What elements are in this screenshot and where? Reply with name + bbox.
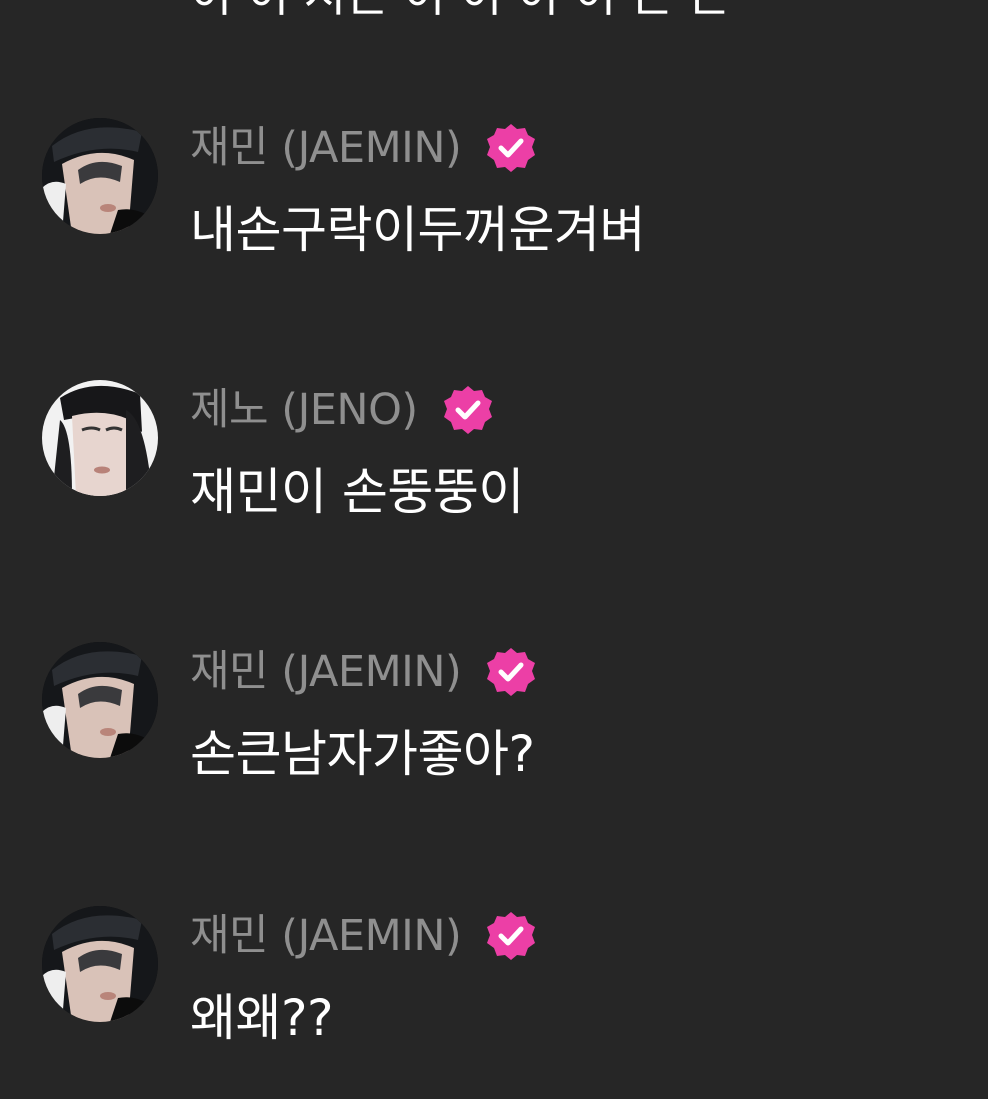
jeno-avatar [42, 380, 158, 496]
author-row: 제노 (JENO) [190, 380, 496, 440]
verified-badge-icon [440, 382, 496, 438]
author-row: 재민 (JAEMIN) [190, 906, 539, 966]
message-text: 내손구락이두꺼운겨벼 [190, 201, 646, 259]
previous-message-cut-text: 이 이 시근 이 이 이 이 근 근 [190, 0, 730, 18]
author-name[interactable]: 제노 (JENO) [190, 380, 418, 440]
author-name[interactable]: 재민 (JAEMIN) [190, 118, 462, 178]
verified-badge-icon [483, 120, 539, 176]
message-text: 손큰남자가좋아? [190, 725, 535, 783]
avatar[interactable] [42, 906, 158, 1022]
jaemin-avatar [42, 642, 158, 758]
chat-log: 이 이 시근 이 이 이 이 근 근 재민 (JAEMIN) 내 [0, 0, 988, 1099]
chat-message: 재민 (JAEMIN) 손큰남자가좋아? [0, 642, 988, 783]
chat-message: 제노 (JENO) 재민이 손뚱뚱이 [0, 380, 988, 521]
jaemin-avatar [42, 118, 158, 234]
author-row: 재민 (JAEMIN) [190, 642, 539, 702]
message-text: 왜왜?? [190, 989, 334, 1047]
avatar[interactable] [42, 380, 158, 496]
author-name[interactable]: 재민 (JAEMIN) [190, 906, 462, 966]
chat-message: 재민 (JAEMIN) 내손구락이두꺼운겨벼 [0, 118, 988, 259]
author-name[interactable]: 재민 (JAEMIN) [190, 642, 462, 702]
author-row: 재민 (JAEMIN) [190, 118, 539, 178]
verified-badge-icon [483, 644, 539, 700]
verified-badge-icon [483, 908, 539, 964]
avatar[interactable] [42, 118, 158, 234]
message-text: 재민이 손뚱뚱이 [190, 463, 524, 521]
jaemin-avatar [42, 906, 158, 1022]
chat-message: 재민 (JAEMIN) 왜왜?? [0, 906, 988, 1047]
avatar[interactable] [42, 642, 158, 758]
